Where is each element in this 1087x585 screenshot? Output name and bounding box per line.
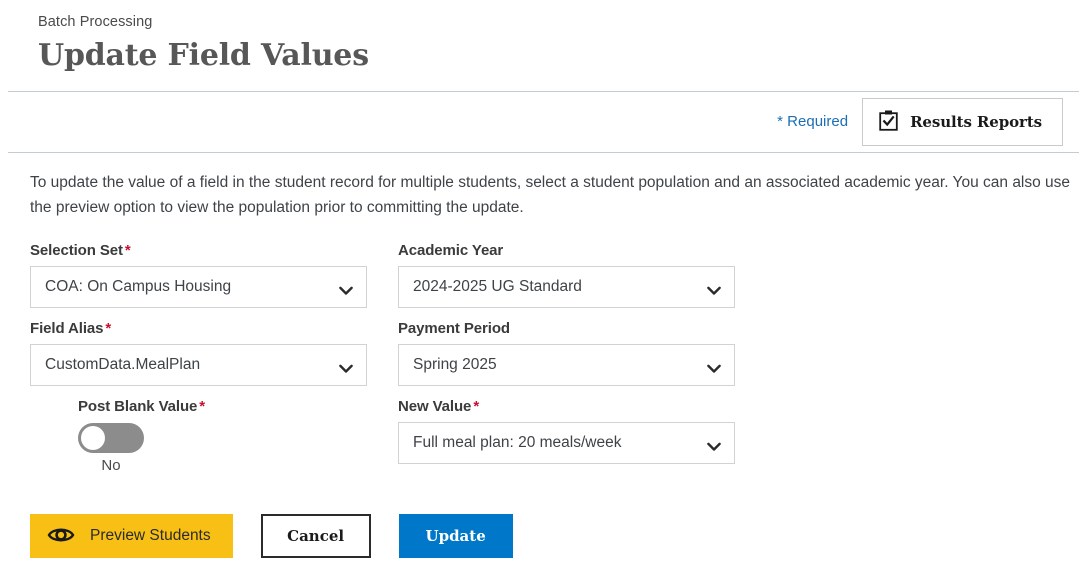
- post-blank-value-state: No: [101, 457, 121, 475]
- payment-period-field: Payment Period Spring 2025: [385, 320, 770, 387]
- update-button[interactable]: Update: [398, 514, 513, 559]
- post-blank-value-block: Post Blank Value * No: [30, 398, 385, 474]
- new-value-label-text: New Value: [398, 398, 472, 416]
- chevron-down-icon: [339, 361, 353, 374]
- new-value-value: Full meal plan: 20 meals/week: [413, 434, 622, 452]
- update-label: Update: [425, 527, 486, 546]
- academic-year-field: Academic Year 2024-2025 UG Standard: [385, 242, 770, 309]
- field-alias-value: CustomData.MealPlan: [45, 356, 201, 374]
- academic-year-select[interactable]: 2024-2025 UG Standard: [398, 266, 735, 309]
- page-description: To update the value of a field in the st…: [30, 173, 1071, 216]
- field-alias-field: Field Alias * CustomData.MealPlan: [0, 320, 385, 387]
- academic-year-label: Academic Year: [398, 242, 504, 260]
- selection-set-select[interactable]: COA: On Campus Housing: [30, 266, 367, 309]
- post-blank-value-label: Post Blank Value *: [78, 398, 385, 415]
- form-row-3: Post Blank Value * No New Value * Full mea…: [0, 398, 1087, 474]
- results-reports-label: Results Reports: [910, 112, 1042, 131]
- update-field-values-form: Selection Set * COA: On Campus Housing Ac…: [0, 220, 1087, 559]
- field-alias-select[interactable]: CustomData.MealPlan: [30, 344, 367, 387]
- field-alias-label: Field Alias *: [30, 320, 385, 337]
- cancel-label: Cancel: [287, 527, 345, 546]
- clipboard-check-icon: [879, 110, 898, 134]
- required-asterisk: *: [124, 242, 131, 260]
- chevron-down-icon: [707, 439, 721, 452]
- preview-students-label: Preview Students: [90, 527, 211, 545]
- required-asterisk: *: [105, 320, 112, 338]
- page-header: Batch Processing Update Field Values: [0, 0, 1087, 75]
- academic-year-value: 2024-2025 UG Standard: [413, 278, 582, 296]
- post-blank-value-toggle-wrap: No: [78, 423, 144, 474]
- results-reports-button[interactable]: Results Reports: [862, 97, 1063, 146]
- required-asterisk: *: [473, 398, 480, 416]
- post-blank-value-label-text: Post Blank Value: [78, 398, 198, 416]
- selection-set-label-text: Selection Set: [30, 242, 123, 260]
- required-asterisk: *: [199, 398, 206, 416]
- payment-period-select[interactable]: Spring 2025: [398, 344, 735, 387]
- post-blank-value-field: Post Blank Value * No: [0, 398, 385, 474]
- page-title: Update Field Values: [38, 38, 369, 74]
- preview-students-button[interactable]: Preview Students: [30, 514, 233, 559]
- form-row-2: Field Alias * CustomData.MealPlan Payment…: [0, 320, 1087, 387]
- form-actions: Preview Students Cancel Update: [0, 486, 1087, 559]
- payment-period-label: Payment Period: [398, 320, 510, 338]
- new-value-select[interactable]: Full meal plan: 20 meals/week: [398, 422, 735, 465]
- selection-set-field: Selection Set * COA: On Campus Housing: [0, 242, 385, 309]
- chevron-down-icon: [707, 283, 721, 296]
- eye-icon: [47, 525, 75, 548]
- post-blank-value-toggle[interactable]: [78, 423, 144, 454]
- selection-set-label: Selection Set *: [30, 242, 385, 259]
- chevron-down-icon: [339, 283, 353, 296]
- toggle-knob: [81, 426, 105, 451]
- field-alias-label-text: Field Alias: [30, 320, 104, 338]
- cancel-button[interactable]: Cancel: [260, 514, 371, 559]
- new-value-field: New Value * Full meal plan: 20 meals/week: [385, 398, 770, 474]
- breadcrumb: Batch Processing: [38, 14, 153, 30]
- chevron-down-icon: [707, 361, 721, 374]
- form-row-1: Selection Set * COA: On Campus Housing Ac…: [0, 242, 1087, 309]
- new-value-label: New Value *: [398, 398, 770, 415]
- selection-set-value: COA: On Campus Housing: [45, 278, 232, 296]
- required-legend: * Required: [777, 113, 849, 131]
- toolbar: * Required Results Reports: [0, 92, 1087, 152]
- payment-period-value: Spring 2025: [413, 356, 497, 374]
